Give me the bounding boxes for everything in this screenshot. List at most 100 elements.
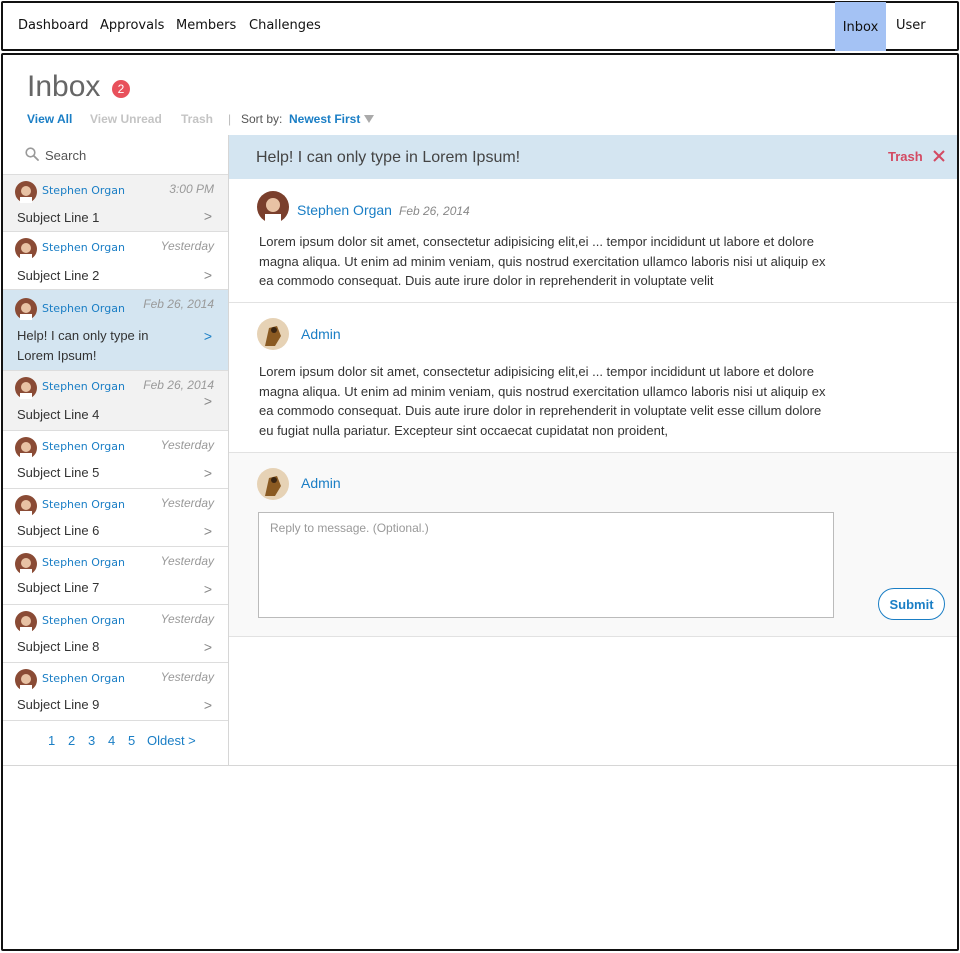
message-post: Admin Lorem ipsum dolor sit amet, consec… [229,303,957,453]
search-input[interactable] [45,145,215,165]
avatar-icon [15,495,37,517]
list-item[interactable]: Stephen Organ Yesterday Subject Line 9 > [3,663,228,721]
page-1-link[interactable]: 1 [48,733,55,748]
admin-avatar-icon [257,468,289,500]
top-nav: Dashboard Approvals Members Challenges I… [1,1,959,51]
submit-button[interactable]: Submit [878,588,945,620]
page-4-link[interactable]: 4 [108,733,115,748]
message-sender: Stephen Organ [42,440,125,453]
avatar-icon [15,181,37,203]
avatar-icon [15,238,37,260]
search-icon [25,147,39,161]
post-author[interactable]: Stephen Organ [297,202,392,218]
message-post: Stephen Organ Feb 26, 2014 Lorem ipsum d… [229,179,957,303]
list-item[interactable]: Stephen Organ Yesterday Subject Line 7 > [3,547,228,605]
conversation-pane: Help! I can only type in Lorem Ipsum! Tr… [229,135,957,766]
reply-section: Admin Submit [229,453,957,637]
list-item[interactable]: Stephen Organ Yesterday Subject Line 6 > [3,489,228,547]
post-body: Lorem ipsum dolor sit amet, consectetur … [259,364,826,439]
page-title: Inbox [27,70,101,103]
chevron-right-icon: > [203,523,212,539]
close-icon[interactable] [932,149,946,163]
list-item[interactable]: Stephen Organ Yesterday Subject Line 8 > [3,605,228,663]
message-subject: Subject Line 7 [17,580,100,595]
message-sender: Stephen Organ [42,184,125,197]
message-time: Yesterday [160,438,214,452]
chevron-right-icon: > [203,639,212,655]
avatar-icon [15,298,37,320]
message-time: Feb 26, 2014 [143,378,214,392]
list-item[interactable]: Stephen Organ Feb 26, 2014 Subject Line … [3,371,228,431]
message-sender: Stephen Organ [42,302,125,315]
sort-label: Sort by: [241,112,283,126]
message-sender: Stephen Organ [42,498,125,511]
message-time: Yesterday [160,612,214,626]
search-box [3,135,228,175]
nav-inbox[interactable]: Inbox [835,2,886,51]
list-item[interactable]: Stephen Organ Yesterday Subject Line 2 > [3,232,228,290]
list-item[interactable]: Stephen Organ Yesterday Subject Line 5 > [3,431,228,489]
chevron-right-icon: > [203,393,212,409]
chevron-right-icon: > [203,328,212,344]
message-time: Feb 26, 2014 [143,297,214,311]
avatar-icon [15,611,37,633]
caret-down-icon[interactable] [364,115,374,123]
message-time: Yesterday [160,496,214,510]
message-subject: Help! I can only type in Lorem Ipsum! [17,328,149,363]
message-sender: Stephen Organ [42,380,125,393]
trash-button[interactable]: Trash [888,149,923,164]
nav-challenges[interactable]: Challenges [249,3,321,49]
message-subject: Subject Line 9 [17,697,100,712]
message-subject: Subject Line 4 [17,407,100,422]
message-subject: Subject Line 8 [17,639,100,654]
post-body: Lorem ipsum dolor sit amet, consectetur … [259,234,826,289]
filter-view-all[interactable]: View All [27,112,72,126]
avatar-icon [257,191,289,223]
post-author[interactable]: Admin [301,326,341,342]
main-frame: Inbox 2 View All View Unread Trash | Sor… [1,53,959,951]
message-subject: Subject Line 6 [17,523,100,538]
message-time: Yesterday [160,670,214,684]
chevron-right-icon: > [203,697,212,713]
filter-view-unread[interactable]: View Unread [90,112,162,126]
conversation-header: Help! I can only type in Lorem Ipsum! Tr… [229,135,957,179]
unread-badge: 2 [112,80,130,98]
message-subject: Subject Line 5 [17,465,100,480]
avatar-icon [15,553,37,575]
chevron-right-icon: > [203,465,212,481]
avatar-icon [15,437,37,459]
message-list: Stephen Organ 3:00 PM Subject Line 1 > S… [3,135,229,766]
page-5-link[interactable]: 5 [128,733,135,748]
message-subject: Subject Line 2 [17,268,100,283]
nav-user[interactable]: User [896,3,926,49]
nav-approvals[interactable]: Approvals [100,3,164,49]
message-time: Yesterday [160,554,214,568]
chevron-right-icon: > [203,581,212,597]
oldest-link[interactable]: Oldest > [147,733,196,748]
list-item[interactable]: Stephen Organ 3:00 PM Subject Line 1 > [3,175,228,232]
nav-members[interactable]: Members [176,3,236,49]
admin-avatar-icon [257,318,289,350]
reply-textarea[interactable] [258,512,834,618]
nav-dashboard[interactable]: Dashboard [18,3,89,49]
message-sender: Stephen Organ [42,672,125,685]
message-sender: Stephen Organ [42,241,125,254]
page-3-link[interactable]: 3 [88,733,95,748]
chevron-right-icon: > [203,208,212,224]
sort-dropdown[interactable]: Newest First [289,112,360,126]
filter-divider: | [228,112,232,126]
avatar-icon [15,669,37,691]
reply-author[interactable]: Admin [301,475,341,491]
message-subject: Subject Line 1 [17,210,100,225]
avatar-icon [15,377,37,399]
chevron-right-icon: > [203,267,212,283]
list-item-selected[interactable]: Stephen Organ Feb 26, 2014 Help! I can o… [3,290,228,371]
filter-trash[interactable]: Trash [181,112,213,126]
page-2-link[interactable]: 2 [68,733,75,748]
message-sender: Stephen Organ [42,614,125,627]
conversation-title: Help! I can only type in Lorem Ipsum! [256,149,521,166]
message-time: Yesterday [160,239,214,253]
message-sender: Stephen Organ [42,556,125,569]
post-date: Feb 26, 2014 [399,204,470,218]
message-time: 3:00 PM [169,182,214,196]
